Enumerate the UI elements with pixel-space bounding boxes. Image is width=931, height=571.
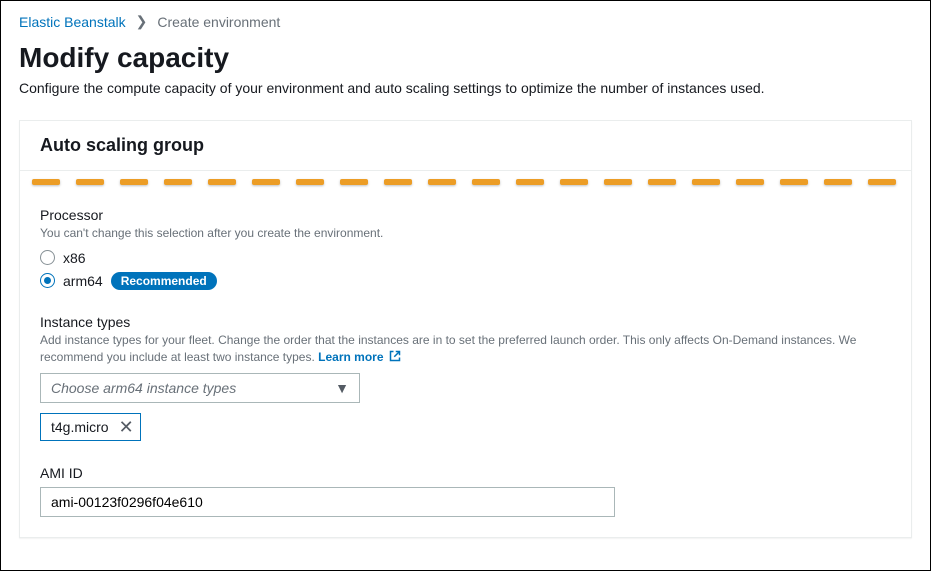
instance-type-token-label: t4g.micro <box>51 419 109 435</box>
page-title: Modify capacity <box>19 42 912 74</box>
remove-token-button[interactable]: ✕ <box>119 418 134 436</box>
learn-more-link[interactable]: Learn more <box>318 350 401 364</box>
ami-id-input[interactable] <box>40 487 615 517</box>
radio-unchecked-icon <box>40 250 55 265</box>
instance-types-field: Instance types Add instance types for yo… <box>40 314 891 442</box>
breadcrumb-root-link[interactable]: Elastic Beanstalk <box>19 14 126 30</box>
instance-type-select-placeholder: Choose arm64 instance types <box>51 380 236 396</box>
auto-scaling-panel: Auto scaling group Processor You can't c… <box>19 120 912 538</box>
instance-types-hint: Add instance types for your fleet. Chang… <box>40 332 891 366</box>
caret-down-icon: ▼ <box>335 380 349 396</box>
breadcrumb: Elastic Beanstalk ❯ Create environment <box>19 13 912 30</box>
recommended-badge: Recommended <box>111 272 217 290</box>
instance-type-token: t4g.micro ✕ <box>40 413 141 441</box>
processor-option-arm64[interactable]: arm64 Recommended <box>40 272 891 290</box>
processor-hint: You can't change this selection after yo… <box>40 225 891 242</box>
processor-option-x86-label: x86 <box>63 250 86 266</box>
instance-types-label: Instance types <box>40 314 891 330</box>
processor-option-x86[interactable]: x86 <box>40 250 891 266</box>
page-description: Configure the compute capacity of your e… <box>19 80 912 96</box>
panel-heading: Auto scaling group <box>20 121 911 171</box>
radio-checked-icon <box>40 273 55 288</box>
processor-option-arm64-label: arm64 <box>63 273 103 289</box>
instance-type-select[interactable]: Choose arm64 instance types ▼ <box>40 373 360 403</box>
ami-id-field: AMI ID <box>40 465 891 517</box>
orange-dashed-divider <box>20 171 911 189</box>
processor-field: Processor You can't change this selectio… <box>40 207 891 290</box>
external-link-icon <box>389 350 401 362</box>
processor-label: Processor <box>40 207 891 223</box>
ami-id-label: AMI ID <box>40 465 891 481</box>
chevron-right-icon: ❯ <box>136 13 148 30</box>
breadcrumb-current: Create environment <box>157 14 280 30</box>
